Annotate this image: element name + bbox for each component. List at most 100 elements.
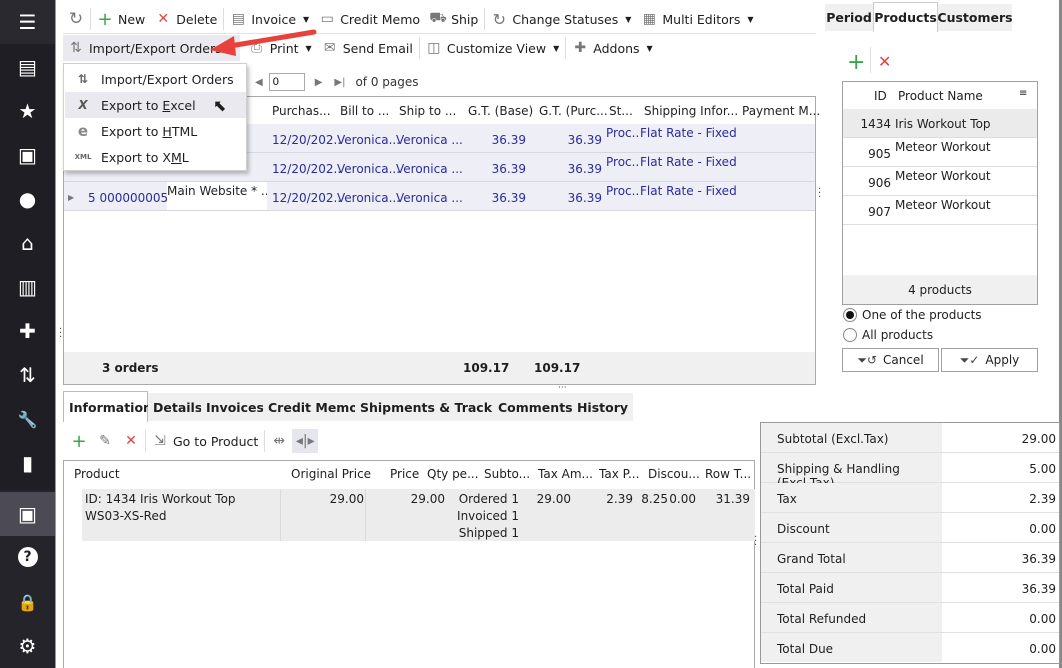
basket-icon[interactable]: ⌂ <box>0 221 55 265</box>
footer-total-purchased: 109.17 <box>534 361 581 375</box>
reports-glyph: ▥ <box>18 275 37 299</box>
table-row[interactable]: ▶ 5 000000005 Main Website * ... 12/20/2… <box>64 182 815 211</box>
column-header-gt-purchased[interactable]: G.T. (Purc... <box>539 97 608 125</box>
totals-value: 0.00 <box>1029 612 1056 626</box>
store-view: Main Website * ... <box>167 182 267 210</box>
page-number-input[interactable] <box>268 73 305 91</box>
column-header-ship-to[interactable]: Ship to ... <box>399 97 456 125</box>
list-item[interactable]: 905 Meteor Workout <box>843 138 1037 167</box>
multi-editors-button[interactable]: ▦ Multi Editors ▼ <box>636 7 758 31</box>
list-item[interactable]: 1434 Iris Workout Top <box>843 109 1037 138</box>
menu-item-export-to-html[interactable]: e Export to HTML <box>65 118 246 144</box>
column-header-qty[interactable]: Qty pe... <box>427 467 479 481</box>
store-icon[interactable]: ▤ <box>0 45 55 89</box>
fit-columns-button[interactable]: ⇹ <box>266 429 292 453</box>
resize-handle[interactable]: · · · <box>754 533 758 551</box>
last-page-icon[interactable]: ▶| <box>334 77 345 88</box>
column-chooser-icon[interactable]: ≡ <box>1019 88 1027 99</box>
column-header-payment-method[interactable]: Payment M... <box>742 97 820 125</box>
column-header-id[interactable]: ID <box>874 89 887 103</box>
new-button[interactable]: + New <box>92 7 150 31</box>
radio-checked[interactable] <box>843 308 857 322</box>
column-header-shipping-info[interactable]: Shipping Infor... <box>644 97 738 125</box>
slides-icon[interactable]: ▮ <box>0 441 55 485</box>
column-header-tax-percent[interactable]: Tax P... <box>599 467 639 481</box>
table-row[interactable]: ID: 1434 Iris Workout Top WS03-XS-Red 29… <box>82 489 755 541</box>
refresh-button[interactable]: ↻ <box>63 7 89 31</box>
multi-editors-icon: ▦ <box>642 11 656 27</box>
column-header-gt-base[interactable]: G.T. (Base) <box>468 97 533 125</box>
tab-period[interactable]: Period <box>825 4 873 31</box>
column-header-original-price[interactable]: Original Price <box>291 467 371 481</box>
add-product-icon[interactable]: + <box>847 50 865 75</box>
column-header-tax-amount[interactable]: Tax Am... <box>538 467 593 481</box>
toolbar-separator <box>90 8 91 30</box>
resize-handle[interactable]: · · · <box>59 325 63 343</box>
add-item-button[interactable]: + <box>66 429 92 453</box>
apply-filter-button[interactable]: ⏷✓ Apply <box>941 348 1038 372</box>
help-icon[interactable]: ? <box>0 535 55 579</box>
change-statuses-button[interactable]: ↻ Change Statuses ▼ <box>486 7 636 31</box>
wrench-icon[interactable]: 🔧 <box>0 397 55 441</box>
original-price: 29.00 <box>329 492 364 506</box>
delete-x-icon: ✕ <box>157 11 170 27</box>
reports-icon[interactable]: ▥ <box>0 265 55 309</box>
multi-editors-label: Multi Editors <box>662 11 741 27</box>
tax-percent: 8.25 <box>641 492 668 506</box>
radio-all-products[interactable]: All products <box>843 328 933 342</box>
tab-comments-history[interactable]: Comments History <box>493 393 634 421</box>
column-header-bill-to[interactable]: Bill to ... <box>340 97 389 125</box>
list-item[interactable]: 907 Meteor Workout <box>843 196 1037 225</box>
go-to-product-button[interactable]: ⇲ Go to Product <box>147 429 263 453</box>
column-header-subtotal[interactable]: Subto... <box>484 467 530 481</box>
tab-information[interactable]: Information <box>63 391 152 422</box>
column-header-status[interactable]: St... <box>609 97 633 125</box>
addons-puzzle-icon[interactable]: ✚ <box>0 309 55 353</box>
column-header-row-total[interactable]: Row T... <box>705 467 751 481</box>
credit-memo-button[interactable]: ▭ Credit Memo <box>314 7 425 31</box>
puzzle-glyph: ✚ <box>19 319 36 343</box>
delete-item-button[interactable]: ✕ <box>118 429 144 453</box>
radio-unchecked[interactable] <box>843 328 857 342</box>
menu-item-export-to-excel[interactable]: X Export to Excel ⬉ <box>65 92 246 118</box>
send-email-button[interactable]: ✉ Send Email <box>317 36 418 60</box>
column-header-discount[interactable]: Discou... <box>648 467 700 481</box>
tab-invoices[interactable]: Invoices <box>201 393 269 421</box>
list-item[interactable]: 906 Meteor Workout <box>843 167 1037 196</box>
totals-label: Total Refunded <box>761 603 942 632</box>
split-view-button[interactable]: ◂|▸ <box>292 429 319 453</box>
totals-value: 36.39 <box>1021 582 1056 596</box>
column-header-price[interactable]: Price <box>390 467 419 481</box>
next-page-icon[interactable]: ▶ <box>315 77 323 88</box>
addons-button[interactable]: ✚ Addons ▼ <box>567 36 657 60</box>
prev-page-icon[interactable]: ◀ <box>255 77 263 88</box>
toolbar-separator <box>145 430 146 452</box>
splitter-handle[interactable]: ··· <box>558 383 567 393</box>
tab-customers[interactable]: Customers <box>937 4 1013 31</box>
import-export-icon[interactable]: ⇅ <box>0 353 55 397</box>
radio-one-of-products[interactable]: One of the products <box>843 308 982 322</box>
menu-item-import-export-orders[interactable]: ⇅ Import/Export Orders <box>65 66 246 92</box>
edit-item-button[interactable]: ✎ <box>92 429 118 453</box>
customize-view-icon: ◫ <box>427 40 441 56</box>
tab-details[interactable]: Details <box>148 393 208 421</box>
settings-gear-icon[interactable]: ⚙ <box>0 624 55 668</box>
customize-view-button[interactable]: ◫ Customize View ▼ <box>421 36 564 60</box>
menu-item-label: Export to HTML <box>101 123 198 139</box>
hamburger-menu-icon[interactable]: ☰ <box>0 0 55 44</box>
menu-item-export-to-xml[interactable]: XML Export to XML <box>65 144 246 170</box>
truck-icon: ⛟ <box>429 10 447 26</box>
orders-icon[interactable]: ▣ <box>0 133 55 177</box>
row-expand-icon[interactable]: ▶ <box>68 182 78 210</box>
remove-product-icon[interactable]: ✕ <box>878 52 891 71</box>
lock-icon[interactable]: 🔒 <box>0 580 55 624</box>
column-header-product[interactable]: Product <box>74 467 120 481</box>
tab-products[interactable]: Products <box>873 2 938 32</box>
archive-icon[interactable]: ▣ <box>0 492 55 536</box>
ship-button[interactable]: ⛟ Ship <box>425 7 483 31</box>
cancel-filter-button[interactable]: ⏷↺ Cancel <box>842 348 939 372</box>
customer-icon[interactable]: ● <box>0 177 55 221</box>
column-header-product-name[interactable]: Product Name <box>898 89 983 103</box>
star-icon[interactable]: ★ <box>0 89 55 133</box>
column-header-purchased[interactable]: Purchas... <box>272 97 331 125</box>
